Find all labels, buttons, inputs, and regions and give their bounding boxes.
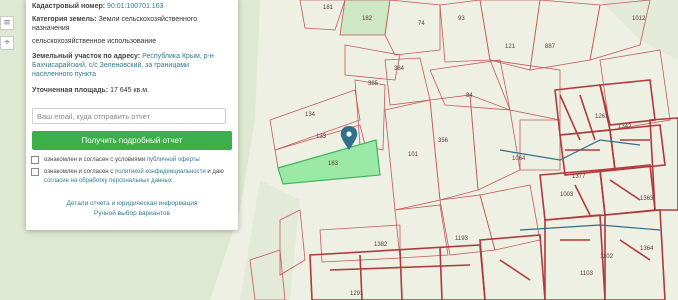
personal-data-consent-line: согласие на обработку персональных данны…	[44, 177, 234, 185]
parcel-label: 121	[505, 44, 516, 50]
parcel-label: 134	[305, 112, 316, 118]
parcel-label: 74	[418, 21, 425, 27]
personal-data-link[interactable]: согласие на обработку персональных данны…	[44, 178, 172, 184]
parcel-label: 181	[323, 5, 334, 11]
cadastral-number-link[interactable]: 90:01:100701:163	[107, 3, 163, 10]
parcel-label: 93	[458, 16, 465, 22]
address-link-line[interactable]: населенного пункта	[32, 70, 232, 79]
consent-text: ознакомлен и согласен с	[44, 169, 114, 175]
manual-selection-link[interactable]: Ручной выбор вариантов	[26, 209, 238, 218]
parcel-label: 1012	[632, 16, 646, 22]
cadastral-row: Кадастровый номер: 90:01:100701:163	[32, 2, 232, 11]
consent-text: и даю	[207, 169, 224, 175]
parcel-label: 1003	[560, 192, 574, 198]
parcel-label: 1064	[512, 156, 526, 162]
category-value-line: назначения	[32, 25, 70, 32]
address-label: Земельный участок по адресу:	[32, 53, 141, 60]
locate-icon[interactable]: ⌖	[0, 36, 14, 50]
report-details-link[interactable]: Детали отчета и юридическая информация	[26, 199, 238, 208]
parcel-label: 1382	[374, 242, 388, 248]
parcel-label: 1103	[580, 271, 594, 277]
privacy-policy-link[interactable]: политикой конфиденциальности	[115, 169, 206, 175]
consent-text: ознакомлен и согласен с условиями	[44, 157, 146, 163]
category-value: Земли сельскохозяйственного	[98, 16, 198, 23]
parcel-label: 356	[438, 138, 449, 144]
address-link-line[interactable]: Бахчисарайский, с/с Зеленовский, за гран…	[32, 61, 232, 70]
parcel-label: 133	[316, 134, 327, 140]
layers-icon[interactable]: ≡	[0, 16, 14, 30]
parcel-info-panel: Кадастровый номер: 90:01:100701:163 Кате…	[26, 0, 238, 230]
privacy-consent-label: ознакомлен и согласен с политикой конфид…	[44, 168, 234, 176]
address-link[interactable]: Республика Крым, р-н	[142, 53, 214, 60]
parcel-label: 101	[408, 152, 419, 158]
category-use-line: сельскохозяйственное использование	[32, 38, 157, 45]
parcel-label: 384	[394, 66, 405, 72]
parcel-label: 1102	[600, 254, 614, 260]
parcel-label: 182	[362, 16, 373, 22]
area-row: Уточненная площадь: 17 645 кв.м.	[32, 86, 232, 95]
parcel-label: 1377	[572, 174, 586, 180]
parcel-label: 1364	[640, 246, 654, 252]
selected-parcel-label: 163	[328, 161, 339, 167]
privacy-consent-checkbox[interactable]	[31, 168, 39, 176]
email-input[interactable]: Ваш email, куда отправить отчет	[32, 108, 226, 124]
parcel-label: 887	[545, 44, 556, 50]
public-offer-link[interactable]: публичной оферты	[147, 157, 200, 163]
parcel-label: 84	[466, 93, 473, 99]
offer-consent-checkbox[interactable]	[31, 156, 39, 164]
parcel-label: 1363	[640, 196, 654, 202]
parcel-label: 1342	[618, 124, 632, 130]
map-tools: ≡ ⌖	[0, 0, 14, 60]
category-label: Категория земель:	[32, 16, 97, 23]
parcel-label: 1193	[455, 236, 469, 242]
offer-consent-label: ознакомлен и согласен с условиями публич…	[44, 156, 234, 164]
parcel-label: 1261	[595, 114, 609, 120]
address-row: Земельный участок по адресу: Республика …	[32, 52, 232, 61]
parcel-label: 1291	[350, 291, 364, 297]
category-row: Категория земель: Земли сельскохозяйстве…	[32, 15, 232, 24]
area-value: 17 645 кв.м.	[110, 87, 149, 94]
get-report-button[interactable]: Получить подробный отчет	[32, 131, 232, 150]
cadastral-label: Кадастровый номер:	[32, 3, 106, 10]
area-label: Уточненная площадь:	[32, 87, 109, 94]
parcel-label: 385	[368, 81, 379, 87]
